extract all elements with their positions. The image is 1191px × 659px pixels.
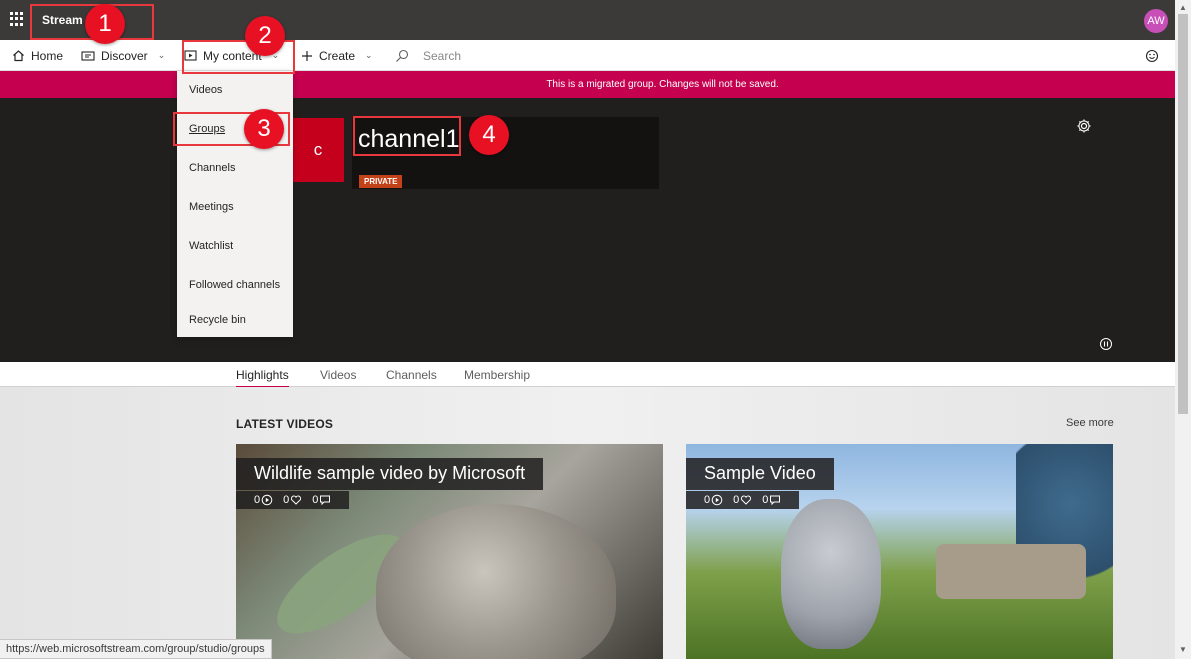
app-launcher-icon[interactable] <box>10 12 24 26</box>
banner-text: This is a migrated group. Changes will n… <box>546 79 779 90</box>
video-title-overlay: Wildlife sample video by Microsoft <box>236 458 544 490</box>
callout-number: 2 <box>245 16 285 56</box>
tab-membership[interactable]: Membership <box>464 368 530 382</box>
page-scrollbar[interactable]: ▲ ▼ <box>1175 0 1191 659</box>
comments-count: 0 <box>762 494 781 506</box>
video-stats: 0 0 0 <box>686 491 800 509</box>
home-icon <box>13 50 24 62</box>
video-title[interactable]: Wildlife sample video by Microsoft <box>254 463 525 484</box>
search-icon <box>396 49 409 62</box>
nav-create[interactable]: Create ⌄ <box>301 40 373 71</box>
comments-count: 0 <box>312 494 331 506</box>
user-avatar[interactable]: AW <box>1144 9 1168 33</box>
menu-item-recycle-bin[interactable]: Recycle bin <box>189 314 246 326</box>
chevron-down-icon: ⌄ <box>365 50 373 60</box>
video-thumbnail-art <box>781 499 881 649</box>
my-content-dropdown: Videos Groups Channels Meetings Watchlis… <box>177 71 293 337</box>
views-count: 0 <box>704 494 723 506</box>
scroll-thumb[interactable] <box>1178 14 1188 414</box>
discover-icon <box>81 50 95 61</box>
see-more-link[interactable]: See more <box>1066 417 1114 429</box>
gear-icon[interactable] <box>1076 118 1092 139</box>
callout-number: 3 <box>244 109 284 149</box>
heart-icon <box>741 495 752 505</box>
comment-icon <box>770 495 781 506</box>
scroll-up-icon[interactable]: ▲ <box>1179 3 1187 12</box>
video-thumbnail-art <box>936 544 1086 599</box>
tab-channels[interactable]: Channels <box>386 368 437 382</box>
tab-videos[interactable]: Videos <box>320 368 356 382</box>
menu-item-meetings[interactable]: Meetings <box>189 201 234 213</box>
nav-bar: Home Discover ⌄ My content ⌄ Create ⌄ Se… <box>0 40 1175 71</box>
nav-home[interactable]: Home <box>12 40 63 71</box>
scroll-down-icon[interactable]: ▼ <box>1179 645 1187 654</box>
pause-icon[interactable] <box>1099 337 1113 356</box>
search-placeholder: Search <box>423 48 462 63</box>
video-title[interactable]: Sample Video <box>704 463 816 484</box>
video-card[interactable]: Sample Video 0 0 0 <box>686 444 1113 659</box>
chevron-down-icon: ⌄ <box>157 50 166 60</box>
comment-icon <box>320 495 331 506</box>
section-title: LATEST VIDEOS <box>236 417 334 431</box>
menu-item-channels[interactable]: Channels <box>189 162 235 174</box>
play-circle-icon <box>261 494 273 506</box>
views-count: 0 <box>254 494 273 506</box>
menu-item-followed-channels[interactable]: Followed channels <box>189 279 280 291</box>
menu-item-videos[interactable]: Videos <box>189 84 222 96</box>
nav-discover[interactable]: Discover ⌄ <box>81 40 165 71</box>
video-card[interactable]: Wildlife sample video by Microsoft 0 0 0 <box>236 444 663 659</box>
callout-number: 4 <box>469 115 509 155</box>
channel-tabs: Highlights Videos Channels Membership <box>0 362 1175 388</box>
privacy-badge: PRIVATE <box>359 175 403 188</box>
nav-create-label: Create <box>319 48 356 63</box>
status-bar-url: https://web.microsoftstream.com/group/st… <box>0 639 272 659</box>
callout-box <box>353 116 461 156</box>
plus-icon <box>302 50 312 61</box>
menu-item-watchlist[interactable]: Watchlist <box>189 240 233 252</box>
video-title-overlay: Sample Video <box>686 458 834 490</box>
heart-icon <box>291 495 302 505</box>
highlights-content: LATEST VIDEOS See more Wildlife sample v… <box>0 387 1175 659</box>
smiley-icon <box>1145 49 1159 62</box>
likes-count: 0 <box>283 494 302 506</box>
search-input[interactable]: Search <box>395 40 461 71</box>
video-stats: 0 0 0 <box>236 491 350 509</box>
play-circle-icon <box>711 494 723 506</box>
channel-thumbnail: c <box>292 118 344 182</box>
top-bar: Stream AW <box>0 0 1175 40</box>
video-thumbnail-art <box>376 504 616 659</box>
callout-number: 1 <box>85 4 125 44</box>
feedback-button[interactable] <box>1145 40 1159 71</box>
nav-discover-label: Discover <box>101 48 148 63</box>
nav-home-label: Home <box>31 48 64 63</box>
likes-count: 0 <box>733 494 752 506</box>
tab-highlights[interactable]: Highlights <box>236 368 289 388</box>
